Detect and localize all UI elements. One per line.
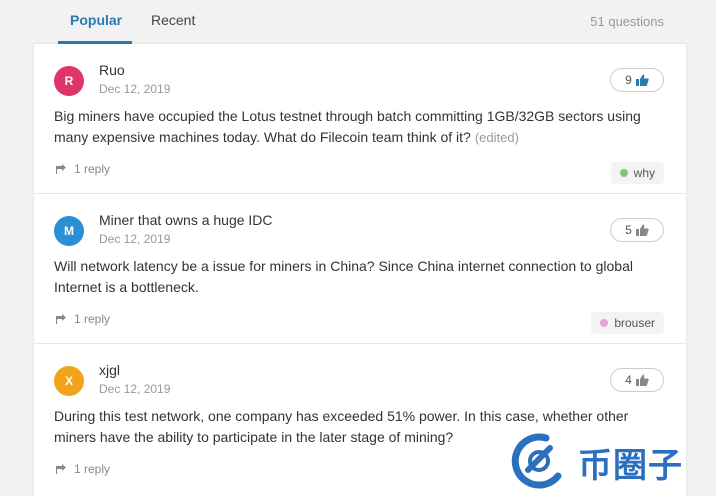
- edited-label: (edited): [474, 130, 519, 145]
- reply-link[interactable]: 1 reply: [56, 462, 110, 476]
- reply-count: 1 reply: [74, 462, 111, 476]
- avatar: X: [54, 366, 84, 396]
- reply-link[interactable]: 1 reply: [56, 162, 110, 176]
- reply-arrow-icon: [56, 464, 66, 474]
- watermark-text: 币圈子: [578, 447, 683, 485]
- reply-count: 1 reply: [74, 312, 111, 326]
- like-button[interactable]: 5: [610, 218, 664, 242]
- tab-bar: Popular Recent 51 questions: [0, 0, 716, 44]
- question-card[interactable]: M Miner that owns a huge IDC Dec 12, 201…: [34, 194, 686, 344]
- tag-dot-icon: [619, 169, 628, 177]
- tag-dot-icon: [600, 319, 609, 327]
- post-date: Dec 12, 2019: [99, 82, 171, 96]
- question-body: Will network latency be a issue for mine…: [54, 258, 633, 295]
- question-count: 51 questions: [590, 14, 664, 29]
- like-count: 4: [625, 373, 632, 387]
- tag-label: brouser: [614, 316, 655, 330]
- author-name[interactable]: Ruo: [99, 62, 125, 78]
- tab-popular[interactable]: Popular: [70, 12, 122, 28]
- reply-arrow-icon: [56, 314, 66, 324]
- watermark-logo-icon: [511, 433, 562, 489]
- post-date: Dec 12, 2019: [99, 232, 171, 246]
- post-date: Dec 12, 2019: [99, 382, 171, 396]
- thumbs-up-icon: [635, 74, 649, 86]
- tab-recent[interactable]: Recent: [151, 12, 195, 28]
- tag-label: why: [633, 166, 655, 180]
- reply-arrow-icon: [56, 164, 66, 174]
- thumbs-up-icon: [635, 374, 649, 386]
- question-card[interactable]: R Ruo Dec 12, 2019 9 Big miners have occ…: [34, 44, 686, 194]
- topic-tag[interactable]: why: [610, 162, 664, 184]
- reply-link[interactable]: 1 reply: [56, 312, 110, 326]
- author-name[interactable]: Miner that owns a huge IDC: [99, 212, 273, 228]
- like-button[interactable]: 9: [610, 68, 664, 92]
- watermark: 币圈子: [506, 430, 712, 492]
- question-body: Big miners have occupied the Lotus testn…: [54, 108, 641, 145]
- question-text[interactable]: Will network latency be a issue for mine…: [54, 256, 664, 298]
- thumbs-up-icon: [635, 224, 649, 236]
- author-name[interactable]: xjgl: [99, 362, 120, 378]
- avatar: R: [54, 66, 84, 96]
- avatar: M: [54, 216, 84, 246]
- question-text[interactable]: Big miners have occupied the Lotus testn…: [54, 106, 664, 148]
- reply-count: 1 reply: [74, 162, 111, 176]
- like-count: 9: [625, 73, 632, 87]
- question-list: R Ruo Dec 12, 2019 9 Big miners have occ…: [34, 44, 686, 496]
- like-count: 5: [625, 223, 632, 237]
- topic-tag[interactable]: brouser: [591, 312, 664, 334]
- like-button[interactable]: 4: [610, 368, 664, 392]
